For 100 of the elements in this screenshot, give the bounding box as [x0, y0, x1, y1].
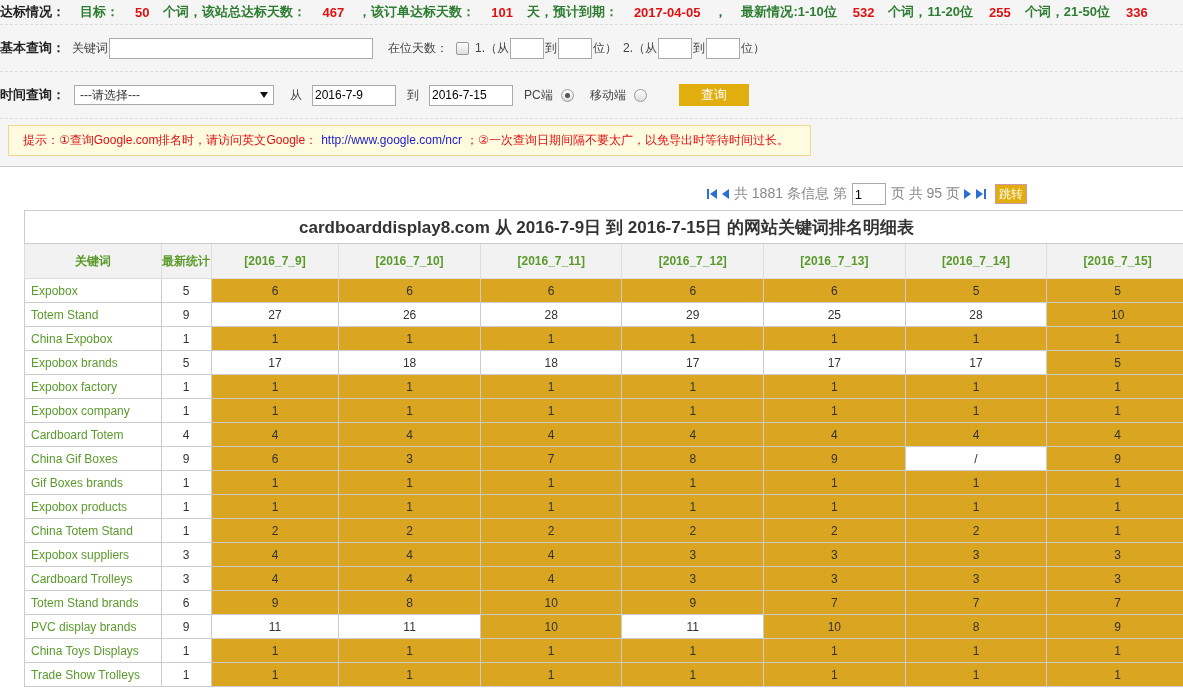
rank-cell: 1	[622, 470, 764, 495]
column-header: [2016_7_15]	[1046, 243, 1183, 279]
query-button[interactable]: 查询	[678, 84, 749, 106]
keyword-cell[interactable]: Gif Boxes brands	[24, 470, 162, 495]
rank-cell: 9	[622, 590, 764, 615]
rank-cell: 9	[1046, 446, 1183, 471]
rank-cell: 1	[480, 398, 622, 423]
rank-cell: 1	[622, 374, 764, 399]
range-to-input[interactable]	[558, 37, 592, 59]
keyword-cell[interactable]: China Totem Stand	[24, 518, 162, 543]
rank-cell: 6	[211, 278, 339, 303]
first-page-icon[interactable]	[706, 188, 718, 200]
rank-cell: 1	[338, 662, 481, 687]
rank-cell: 1	[1046, 374, 1183, 399]
keyword-cell[interactable]: Totem Stand	[24, 302, 162, 327]
column-header: [2016_7_12]	[622, 243, 764, 279]
rank-cell: 8	[338, 590, 481, 615]
rank-cell: 1	[211, 326, 339, 351]
next-page-icon[interactable]	[964, 188, 972, 200]
range-to-input[interactable]	[706, 37, 741, 59]
rank-cell: 1	[763, 326, 906, 351]
google-link[interactable]: http://www.google.com/ncr	[321, 133, 462, 147]
radio-label: PC端	[524, 86, 553, 104]
table-title: cardboarddisplay8.com 从 2016-7-9日 到 2016-7-15日 的网站关键词排名明细表	[24, 210, 1183, 244]
keyword-cell[interactable]: Expobox factory	[24, 374, 162, 399]
rank-cell: /	[905, 446, 1047, 471]
rank-cell: 1	[905, 470, 1047, 495]
radio-button[interactable]	[633, 88, 647, 102]
previous-page-icon[interactable]	[721, 188, 730, 200]
rank-cell: 4	[480, 542, 622, 567]
stat-value: 50	[135, 4, 150, 20]
radio-button[interactable]	[560, 88, 574, 102]
rank-cell: 28	[480, 302, 622, 327]
rank-cell: 1	[211, 494, 339, 519]
from-date-input[interactable]: 2016-7-9	[312, 84, 396, 106]
period-select[interactable]: ---请选择---	[74, 85, 274, 105]
rank-cell: 1	[1046, 470, 1183, 495]
rank-cell: 1	[211, 470, 339, 495]
dropdown-arrow-icon	[260, 92, 268, 98]
rank-cell: 2	[763, 518, 906, 543]
keyword-cell[interactable]: PVC display brands	[24, 614, 162, 639]
range-from-input[interactable]	[658, 37, 693, 59]
page-count: 页 共 95 页	[890, 185, 960, 203]
stat-value: 255	[989, 4, 1011, 20]
rank-cell: 1	[1046, 398, 1183, 423]
rank-cell: 1	[480, 374, 622, 399]
keyword-cell[interactable]: Totem Stand brands	[24, 590, 162, 615]
rank-cell: 3	[622, 566, 764, 591]
rank-cell: 17	[905, 350, 1047, 375]
rank-cell: 11	[622, 614, 764, 639]
rank-cell: 27	[211, 302, 339, 327]
keyword-cell[interactable]: Trade Show Trolleys	[24, 662, 162, 687]
keyword-cell[interactable]: Expobox products	[24, 494, 162, 519]
keyword-cell[interactable]: China Expobox	[24, 326, 162, 351]
rank-cell: 1	[211, 662, 339, 687]
rank-cell: 3	[1046, 542, 1183, 567]
keyword-cell[interactable]: Cardboard Trolleys	[24, 566, 162, 591]
to-label: 到	[545, 39, 557, 57]
rank-cell: 11	[211, 614, 339, 639]
rank-cell: 26	[338, 302, 481, 327]
jump-button[interactable]: 跳转	[995, 184, 1027, 204]
page-input[interactable]: 1	[851, 183, 886, 205]
keyword-cell[interactable]: Expobox brands	[24, 350, 162, 375]
keyword-cell[interactable]: Expobox company	[24, 398, 162, 423]
keyword-cell[interactable]: Expobox	[24, 278, 162, 303]
keyword-cell[interactable]: Cardboard Totem	[24, 422, 162, 447]
stat-value: 101	[491, 4, 513, 20]
range-from-input[interactable]	[510, 37, 544, 59]
rank-cell: 3	[622, 542, 764, 567]
rank-cell: 6	[211, 446, 339, 471]
rank-cell: 17	[211, 350, 339, 375]
keyword-label: 关键词	[72, 39, 108, 57]
to-date-input[interactable]: 2016-7-15	[429, 84, 513, 106]
rank-cell: 6	[622, 278, 764, 303]
stat-label: ，	[714, 3, 728, 21]
rank-cell: 2	[338, 518, 481, 543]
rank-cell: 4	[338, 542, 481, 567]
stats-title: 达标情况：	[0, 3, 66, 21]
keyword-input[interactable]	[109, 37, 373, 59]
keyword-cell[interactable]: China Toys Displays	[24, 638, 162, 663]
rank-cell: 9	[763, 446, 906, 471]
basic-query-title: 基本查询：	[0, 39, 66, 57]
keyword-cell[interactable]: Expobox suppliers	[24, 542, 162, 567]
rank-cell: 5	[1046, 278, 1183, 303]
rank-cell: 7	[1046, 590, 1183, 615]
days-checkbox[interactable]	[456, 41, 469, 55]
rank-cell: 1	[211, 374, 339, 399]
rank-cell: 4	[622, 422, 764, 447]
rank-cell: 1	[763, 494, 906, 519]
keyword-cell[interactable]: China Gif Boxes	[24, 446, 162, 471]
column-header: [2016_7_10]	[338, 243, 481, 279]
rank-cell: 8	[905, 614, 1047, 639]
range-label: 1.（从	[475, 39, 509, 57]
rank-cell: 17	[763, 350, 906, 375]
last-page-icon[interactable]	[976, 188, 987, 200]
stat-value: 467	[322, 4, 345, 20]
time-query-title: 时间查询：	[0, 86, 66, 104]
rank-cell: 1	[480, 326, 622, 351]
rank-cell: 17	[622, 350, 764, 375]
stat-label: 最新情况:1-10位	[741, 3, 837, 21]
